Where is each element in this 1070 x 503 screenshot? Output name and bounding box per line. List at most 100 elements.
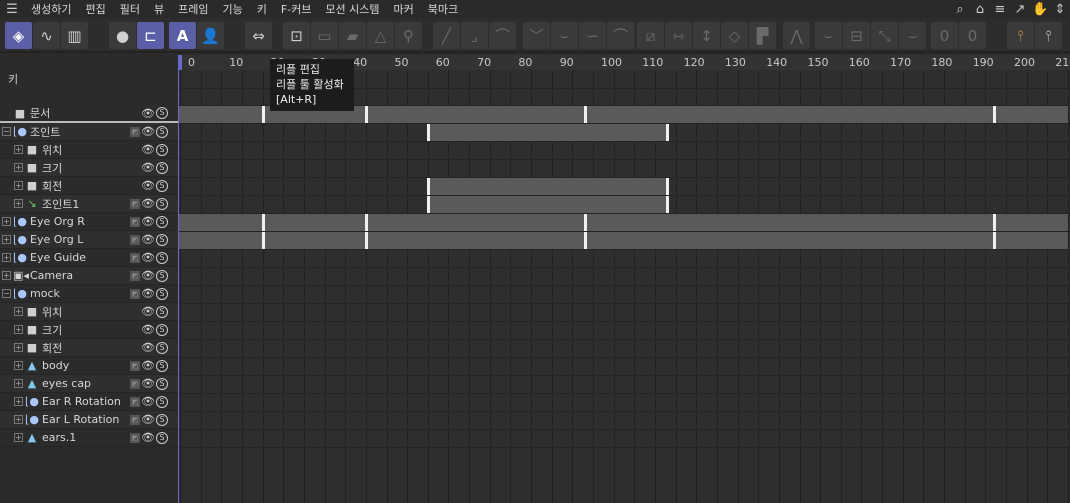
solo-icon[interactable]: S (156, 179, 168, 192)
solo-icon[interactable]: S (156, 197, 168, 210)
menu-item[interactable]: 프레임 (171, 1, 215, 17)
iron-icon[interactable]: ▰ (339, 22, 366, 49)
timeline[interactable]: 0102030405060708090100110120130140150160… (178, 55, 1070, 503)
menu-item[interactable]: 마커 (387, 1, 421, 17)
expand-toggle[interactable]: − (2, 127, 11, 136)
solo-icon[interactable]: S (156, 269, 168, 282)
menu-item[interactable]: 기능 (215, 1, 249, 17)
eye-icon[interactable]: 👁 (141, 395, 155, 408)
solo-icon[interactable]: S (156, 107, 168, 119)
lock-icon[interactable]: ◩ (130, 216, 141, 227)
keyframe[interactable] (261, 106, 265, 123)
broom-icon[interactable]: ⚲ (395, 22, 422, 49)
expand-toggle[interactable]: + (14, 181, 23, 190)
eye-icon[interactable]: 👁 (141, 359, 155, 372)
keyframe[interactable] (261, 214, 265, 231)
keyframe[interactable] (364, 106, 368, 123)
expand-toggle[interactable]: + (2, 217, 11, 226)
solo-icon[interactable]: S (156, 125, 168, 138)
step-icon[interactable]: ⌟ (461, 22, 488, 49)
home-icon[interactable]: ⌂ (972, 2, 988, 17)
track-bar[interactable] (178, 232, 1068, 249)
sphere-icon[interactable]: ● (109, 22, 136, 49)
linear-icon[interactable]: ╱ (433, 22, 460, 49)
eye-icon[interactable]: 👁 (141, 341, 155, 354)
menu-item[interactable]: 생성하기 (24, 1, 78, 17)
lock-icon[interactable]: ◩ (130, 432, 141, 443)
expand-toggle[interactable]: + (14, 361, 23, 370)
lock-icon[interactable]: ◩ (130, 414, 141, 425)
zero-icon[interactable]: 0 (931, 22, 958, 49)
expand-toggle[interactable]: + (2, 235, 11, 244)
expand-toggle[interactable]: + (14, 379, 23, 388)
tree-row[interactable]: + ⌊● Eye Guide ◩ 👁 S (0, 249, 178, 267)
lock-icon[interactable]: ◩ (130, 198, 141, 209)
dock-icon[interactable]: ⇕ (1052, 2, 1068, 17)
lock-icon[interactable]: ◩ (130, 378, 141, 389)
eye-icon[interactable]: 👁 (141, 215, 155, 228)
solo-icon[interactable]: S (156, 251, 168, 264)
tree-row[interactable]: + ▲ ears.1 ◩ 👁 S (0, 429, 178, 447)
eye-icon[interactable]: 👁 (141, 161, 155, 174)
keyframe[interactable] (583, 214, 587, 231)
solo-icon[interactable]: S (156, 431, 168, 444)
tree-row[interactable]: − ⌊● mock ◩ 👁 S (0, 285, 178, 303)
slope-icon[interactable]: ⤡ (871, 22, 898, 49)
frame-icon[interactable]: ▭ (311, 22, 338, 49)
track-bar[interactable] (178, 214, 1068, 231)
tree-row[interactable]: + ▣◂ Camera ◩ 👁 S (0, 267, 178, 285)
hamburger-menu-icon[interactable]: ☰ (0, 2, 24, 17)
menu-item[interactable]: 북마크 (421, 1, 465, 17)
ease-icon[interactable]: ⌒ (489, 22, 516, 49)
hierarchy-button[interactable]: ⊏ (137, 22, 164, 49)
tree-row[interactable]: + ■ 회전 👁 S (0, 339, 178, 357)
external-icon[interactable]: ↗ (1012, 2, 1028, 17)
tree-row[interactable]: + ↘ 조인트1 ◩ 👁 S (0, 195, 178, 213)
tree-row[interactable]: + ⌊● Ear R Rotation ◩ 👁 S (0, 393, 178, 411)
keyframe[interactable] (666, 124, 670, 141)
tree-row[interactable]: + ⌊● Eye Org R ◩ 👁 S (0, 213, 178, 231)
lock-value-icon[interactable]: ↕ (693, 22, 720, 49)
keyframe[interactable] (992, 214, 996, 231)
tree-row[interactable]: + ▲ body ◩ 👁 S (0, 357, 178, 375)
solo-icon[interactable]: S (156, 287, 168, 300)
track-bar[interactable] (427, 124, 668, 141)
filter-icon[interactable]: ≡ (992, 2, 1008, 17)
expand-toggle[interactable]: + (14, 433, 23, 442)
keyframe[interactable] (261, 232, 265, 249)
expand-toggle[interactable]: + (14, 307, 23, 316)
eye-icon[interactable]: 👁 (141, 305, 155, 318)
eye-icon[interactable]: 👁 (141, 431, 155, 444)
lock-time-icon[interactable]: ⇿ (665, 22, 692, 49)
solo-icon[interactable]: S (156, 413, 168, 426)
lock-icon[interactable]: ◩ (130, 270, 141, 281)
expand-toggle[interactable]: + (14, 343, 23, 352)
search-icon[interactable]: ⌕ (952, 2, 968, 17)
solo-icon[interactable]: S (156, 359, 168, 372)
tree-row[interactable]: + ■ 크기 👁 S (0, 321, 178, 339)
overshoot-icon[interactable]: ⋀ (783, 22, 810, 49)
solo-icon[interactable]: S (156, 377, 168, 390)
expand-toggle[interactable]: + (14, 199, 23, 208)
hand-icon[interactable]: ✋ (1032, 2, 1048, 17)
recycle-icon[interactable]: △ (367, 22, 394, 49)
tree-row[interactable]: + ■ 회전 👁 S (0, 177, 178, 195)
tree-row[interactable]: + ▲ eyes cap ◩ 👁 S (0, 375, 178, 393)
menu-item[interactable]: 편집 (78, 1, 112, 17)
tree-row[interactable]: + ⌊● Ear L Rotation ◩ 👁 S (0, 411, 178, 429)
curve-icon[interactable]: ⌒ (607, 22, 634, 49)
auto-mode-button[interactable]: A (169, 22, 196, 49)
expand-toggle[interactable]: + (14, 415, 23, 424)
track-bar[interactable] (427, 178, 668, 195)
eye-icon[interactable]: 👁 (141, 125, 155, 138)
eye-icon[interactable]: 👁 (141, 269, 155, 282)
ease-out-icon[interactable]: ∽ (579, 22, 606, 49)
solo-icon[interactable]: S (156, 215, 168, 228)
solo-icon[interactable]: S (156, 305, 168, 318)
menu-item[interactable]: F-커브 (274, 1, 319, 17)
lock-icon[interactable]: ◩ (130, 252, 141, 263)
solo-icon[interactable]: S (156, 143, 168, 156)
expand-toggle[interactable]: + (2, 253, 11, 262)
eye-icon[interactable]: 👁 (141, 233, 155, 246)
expand-toggle[interactable]: + (14, 397, 23, 406)
